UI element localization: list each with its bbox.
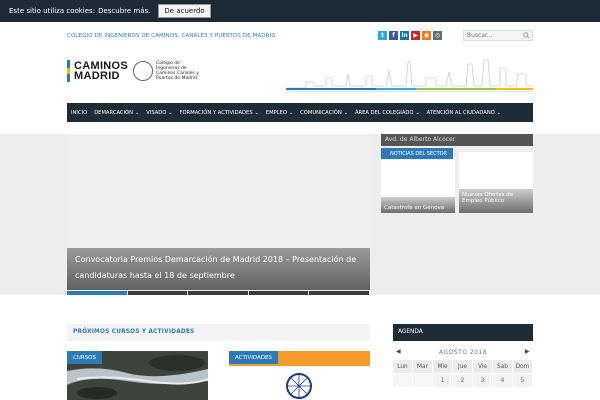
logo-wordmark: CAMINOS MADRID [74,61,128,82]
linkedin-icon[interactable]: in [400,31,409,40]
calendar-day[interactable]: 5 [513,374,533,388]
news-card-2[interactable]: Nuevas Ofertas de Empleo Público [459,152,533,213]
nav-item-label: COMUNICACIÓN [300,109,342,116]
site-header: CAMINOS MADRID Colegio de Ingenieros de … [0,48,600,103]
cookie-more-link[interactable]: Descubre más. [98,7,150,15]
nav-item-label: VISADO [146,109,167,116]
nav-item-label: ATENCIÓN AL CIUDADANO [426,109,495,116]
news-card-caption: Nuevas Ofertas de Empleo Público [459,189,533,213]
agenda-title: AGENDA [393,324,533,341]
activity-card[interactable]: ACTIVIDADES [229,351,370,400]
nav-item[interactable]: INICIO [71,110,87,116]
slider-caption-line-2: candidaturas hasta el 18 de septiembre [75,271,235,280]
nav-item[interactable]: VISADO ⌄ [146,110,172,116]
top-bar: COLEGIO DE INGENIEROS DE CAMINOS, CANALE… [0,26,600,48]
calendar-weekday-row: Lun Mar Mie Jue Vie Sab Dom [393,360,533,374]
chevron-down-icon: ⌄ [254,109,259,116]
calendar-weekday: Mie [433,360,453,374]
nav-item[interactable]: EMPLEO ⌄ [266,110,293,116]
nav-item-label: EMPLEO [265,109,287,116]
course-card[interactable]: CURSOS [67,351,208,400]
calendar-weekday: Mar [413,360,433,374]
chevron-right-icon[interactable]: ▶ [525,348,530,355]
rss-icon[interactable]: ◉ [422,31,431,40]
seal-icon [133,61,154,81]
chevron-down-icon: ⌄ [288,109,294,116]
news-card-1[interactable]: Catastrofe en Genova [381,160,455,213]
nav-item-label: FORMACIÓN Y ACTIVIDADES [179,109,253,116]
calendar-empty-cell [413,374,433,388]
logo-bar-icon [67,60,70,82]
chevron-down-icon: ⌄ [415,109,420,116]
slider-pager-tab[interactable] [309,291,369,295]
calendar-month: AGOSTO 2018 [438,349,488,356]
tab-news-sector[interactable]: NOTICIAS DEL SECTOR [381,148,453,159]
nav-item[interactable]: FORMACIÓN Y ACTIVIDADES ⌄ [180,110,259,116]
facebook-icon[interactable]: f [389,31,398,40]
calendar-day[interactable]: 3 [473,374,493,388]
chevron-down-icon: ⌄ [135,109,140,116]
nav-item-label: DEMARCACIÓN [94,109,134,116]
social-links: t f in ▶ ◉ ◎ [378,31,442,40]
cookie-accept-button[interactable]: De acuerdo [158,4,211,18]
calendar-day[interactable]: 4 [493,374,513,388]
chevron-down-icon: ⌄ [343,109,348,116]
calendar-week-row: 12345 [393,374,533,388]
main-navigation: INICIO DEMARCACIÓN ⌄ VISADO ⌄ FORMACIÓN Y ACT… [67,103,533,122]
skyline-banner [286,59,533,92]
site-logo[interactable]: CAMINOS MADRID Colegio de Ingenieros de … [67,60,202,82]
slider-caption[interactable]: Convocatoria Premios Demarcación de Madr… [67,248,370,290]
twitter-icon[interactable]: t [378,31,387,40]
slider-pager-tab[interactable] [188,291,248,295]
chevron-down-icon: ⌄ [496,109,501,116]
nav-item[interactable]: ÁREA DEL COLEGIADO ⌄ [355,110,420,116]
calendar-weekday: Sab [493,360,513,374]
calendar-day[interactable]: 1 [433,374,453,388]
search-icon[interactable] [523,32,530,39]
sidebar-top-item[interactable]: Avd. de Alberto Alcocer [381,134,533,146]
calendar-grid: Lun Mar Mie Jue Vie Sab Dom 1 2 3 4 5 [393,360,533,388]
calendar-day[interactable]: 2 [453,374,473,388]
card-tag-actividades[interactable]: ACTIVIDADES [229,351,278,364]
slider-pager-tab[interactable] [248,291,309,295]
cookie-text: Este sitio utiliza cookies: [9,7,96,15]
news-card-caption: Catastrofe en Genova [381,197,455,213]
slider-pager [67,291,370,295]
instagram-icon[interactable]: ◎ [433,31,442,40]
nav-item-label: ÁREA DEL COLEGIADO [354,109,414,116]
logo-subtitle: Colegio de Ingenieros de Caminos Canales… [156,61,199,81]
calendar-weekday: Jue [453,360,473,374]
calendar-weekday: Vie [473,360,493,374]
youtube-icon[interactable]: ▶ [411,31,420,40]
nav-item-label: INICIO [71,109,88,116]
nav-item[interactable]: ATENCIÓN AL CIUDADANO ⌄ [427,110,501,116]
calendar-weekday: Lun [393,360,413,374]
slider-caption-line-1: Convocatoria Premios Demarcación de Madr… [75,255,357,264]
nav-item[interactable]: DEMARCACIÓN ⌄ [94,110,139,116]
calendar-empty-cell [393,374,413,388]
calendar-header: ◀ AGOSTO 2018 ▶ [393,346,533,359]
slider-pager-tab[interactable] [67,291,127,295]
slider-pager-tab[interactable] [127,291,188,295]
card-tag-cursos[interactable]: CURSOS [67,351,102,364]
chevron-left-icon[interactable]: ◀ [396,348,401,355]
chevron-down-icon: ⌄ [168,109,173,116]
cookie-banner: Este sitio utiliza cookies: Descubre más… [0,0,600,22]
nav-item[interactable]: COMUNICACIÓN ⌄ [300,110,348,116]
calendar-weekday: Dom [513,360,533,374]
logo-line-2: MADRID [74,70,120,82]
courses-section-title: PRÓXIMOS CURSOS Y ACTIVIDADES [67,324,370,341]
organization-name[interactable]: COLEGIO DE INGENIEROS DE CAMINOS, CANALE… [67,33,276,39]
